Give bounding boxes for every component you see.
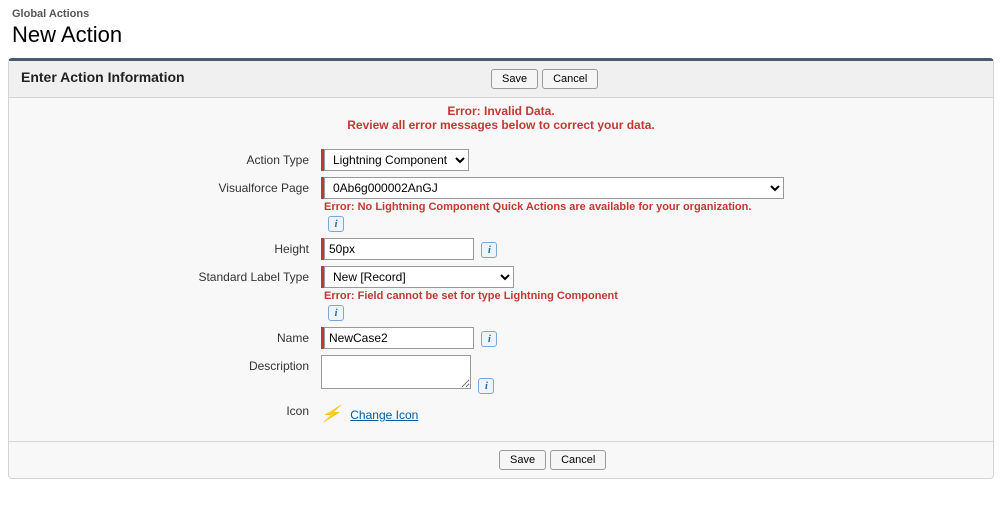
save-button[interactable]: Save (491, 69, 538, 89)
form-body: Action Type Lightning Component Visualfo… (9, 142, 993, 441)
section-title: Enter Action Information (21, 69, 491, 85)
row-name: Name i (9, 324, 993, 352)
info-icon-visualforce[interactable]: i (328, 216, 344, 232)
info-icon-height[interactable]: i (481, 242, 497, 258)
row-standard-label-type: Standard Label Type New [Record] Error: … (9, 263, 993, 324)
row-action-type: Action Type Lightning Component (9, 146, 993, 174)
page-title: New Action (12, 22, 990, 48)
info-icon-standard-label[interactable]: i (328, 305, 344, 321)
height-input[interactable] (324, 238, 474, 260)
error-banner: Error: Invalid Data. Review all error me… (9, 98, 993, 142)
info-icon-name[interactable]: i (481, 331, 497, 347)
error-banner-line1: Error: Invalid Data. (21, 104, 981, 118)
standard-label-type-select[interactable]: New [Record] (324, 266, 514, 288)
label-description: Description (21, 355, 321, 373)
form-container: Enter Action Information Save Cancel Err… (8, 58, 994, 479)
section-header: Enter Action Information Save Cancel (9, 61, 993, 98)
error-visualforce-page: Error: No Lightning Component Quick Acti… (324, 201, 981, 213)
label-name: Name (21, 327, 321, 345)
row-description: Description i (9, 352, 993, 397)
footer-button-row: Save Cancel (9, 441, 993, 478)
row-visualforce-page: Visualforce Page 0Ab6g000002AnGJ Error: … (9, 174, 993, 235)
label-visualforce-page: Visualforce Page (21, 177, 321, 195)
row-icon: Icon ⚡ Change Icon (9, 397, 993, 427)
label-action-type: Action Type (21, 149, 321, 167)
label-icon: Icon (21, 400, 321, 418)
page-header: Global Actions New Action (0, 0, 1002, 58)
save-button-footer[interactable]: Save (499, 450, 546, 470)
breadcrumb: Global Actions (12, 8, 990, 20)
cancel-button[interactable]: Cancel (542, 69, 598, 89)
label-standard-label-type: Standard Label Type (21, 266, 321, 284)
label-height: Height (21, 238, 321, 256)
info-icon-description[interactable]: i (478, 378, 494, 394)
cancel-button-footer[interactable]: Cancel (550, 450, 606, 470)
header-button-row: Save Cancel (491, 69, 598, 89)
name-input[interactable] (324, 327, 474, 349)
row-height: Height i (9, 235, 993, 263)
visualforce-page-select[interactable]: 0Ab6g000002AnGJ (324, 177, 784, 199)
lightning-icon: ⚡ (319, 404, 342, 424)
action-type-select[interactable]: Lightning Component (324, 149, 469, 171)
error-standard-label-type: Error: Field cannot be set for type Ligh… (324, 290, 981, 302)
description-textarea[interactable] (321, 355, 471, 389)
change-icon-link[interactable]: Change Icon (350, 408, 418, 422)
error-banner-line2: Review all error messages below to corre… (21, 118, 981, 132)
